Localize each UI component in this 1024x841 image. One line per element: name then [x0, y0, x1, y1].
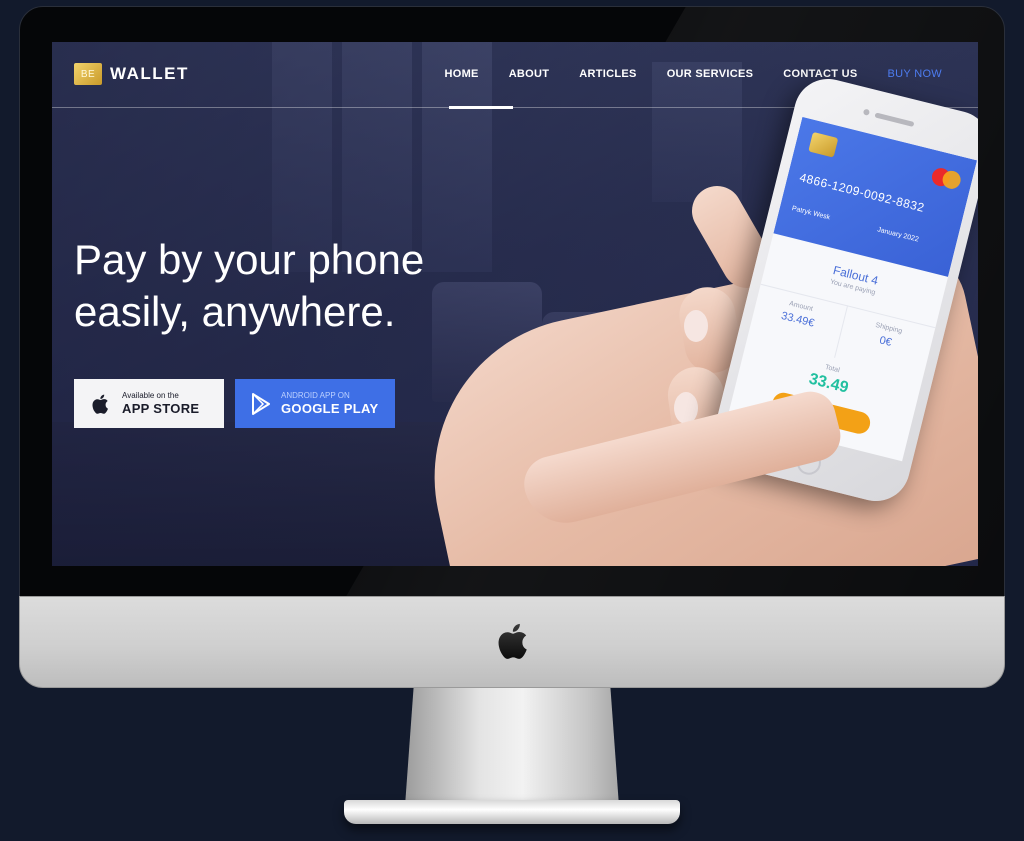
hero-line-1: Pay by your phone [74, 236, 425, 283]
google-play-button[interactable]: ANDROID APP ON GOOGLE PLAY [235, 379, 395, 428]
nav-contact-us[interactable]: CONTACT US [783, 68, 857, 80]
google-play-small: ANDROID APP ON [281, 390, 350, 400]
app-store-text: Available on the APP STORE [122, 391, 199, 417]
phone-speaker [874, 112, 915, 127]
google-play-big: GOOGLE PLAY [281, 400, 379, 416]
play-triangle-icon [252, 392, 270, 415]
phone-camera [862, 108, 871, 116]
card-holder: Patryk Wesk [791, 205, 831, 222]
amount-box: Amount 33.49€ [747, 283, 849, 358]
hero-title: Pay by your phone easily, anywhere. [74, 234, 424, 338]
nav-home[interactable]: HOME [444, 68, 478, 80]
nav-active-indicator [449, 106, 513, 109]
brand-name: WALLET [110, 64, 189, 83]
app-store-small: Available on the [122, 390, 179, 400]
nav-articles[interactable]: ARTICLES [579, 68, 636, 80]
brand-badge: BE [74, 63, 102, 85]
app-store-big: APP STORE [122, 400, 200, 416]
hero-line-2: easily, anywhere. [74, 288, 396, 335]
nav-our-services[interactable]: OUR SERVICES [667, 68, 754, 80]
shipping-box: Shipping 0€ [835, 305, 936, 380]
google-play-text: ANDROID APP ON GOOGLE PLAY [281, 391, 378, 417]
apple-icon [92, 394, 108, 414]
monitor-stand [405, 688, 619, 806]
apple-logo-icon [498, 623, 527, 659]
nav-buy-now[interactable]: BUY NOW [888, 68, 942, 80]
monitor-stand-foot [344, 800, 680, 824]
app-store-button[interactable]: Available on the APP STORE [74, 379, 224, 428]
website-screen: BE WALLET HOME ABOUT ARTICLES OUR SERVIC… [52, 42, 978, 566]
finger-nail [684, 310, 708, 342]
credit-card: 4866-1209-0092-8832 Patryk Wesk January … [773, 116, 978, 277]
monitor-chin [19, 596, 1005, 688]
card-expiry: January 2022 [876, 226, 920, 244]
brand-logo[interactable]: BE WALLET [74, 63, 189, 85]
nav-about[interactable]: ABOUT [509, 68, 550, 80]
nav-menu: HOME ABOUT ARTICLES OUR SERVICES CONTACT… [444, 68, 942, 80]
card-number: 4866-1209-0092-8832 [798, 170, 926, 215]
mastercard-icon [930, 166, 963, 191]
card-chip-icon [808, 131, 839, 158]
